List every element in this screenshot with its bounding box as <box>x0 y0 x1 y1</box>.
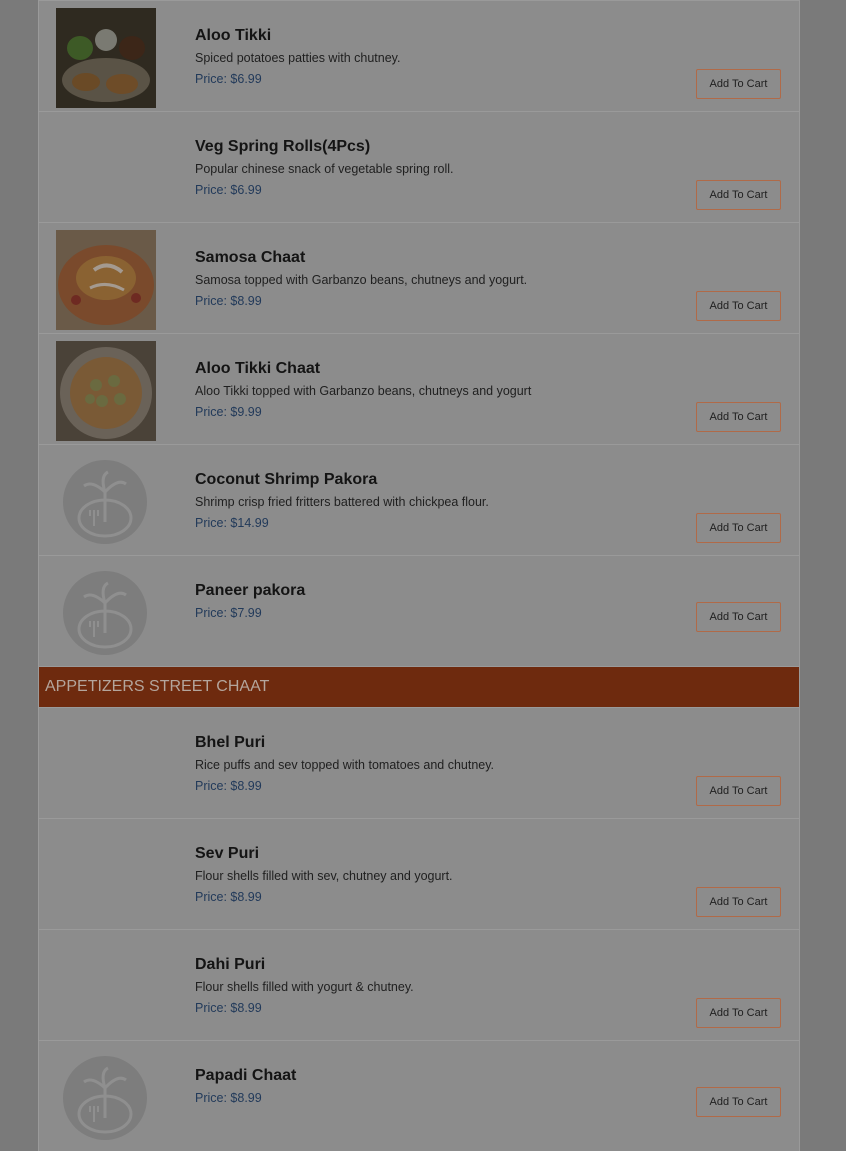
menu-item-price: Price: $9.99 <box>195 405 262 419</box>
menu-item: Bhel Puri Rice puffs and sev topped with… <box>39 707 799 818</box>
menu-item-description: Flour shells filled with sev, chutney an… <box>195 869 453 883</box>
category-header: APPETIZERS STREET CHAAT <box>39 666 799 707</box>
menu-item-price: Price: $6.99 <box>195 183 262 197</box>
menu-item-name: Samosa Chaat <box>195 249 306 266</box>
placeholder-logo-icon <box>56 1048 156 1148</box>
menu-item-name: Bhel Puri <box>195 734 266 751</box>
menu-item-description: Spiced potatoes patties with chutney. <box>195 51 401 65</box>
menu-item-photo <box>56 341 156 441</box>
menu-item: Papadi Chaat Price: $8.99 Add To Cart <box>39 1040 799 1151</box>
menu-item-name: Veg Spring Rolls(4Pcs) <box>195 138 371 155</box>
menu-item-description: Rice puffs and sev topped with tomatoes … <box>195 758 495 772</box>
add-to-cart-button[interactable]: Add To Cart <box>696 402 781 432</box>
add-to-cart-button[interactable]: Add To Cart <box>696 998 781 1028</box>
add-to-cart-button[interactable]: Add To Cart <box>696 1087 781 1117</box>
add-to-cart-button[interactable]: Add To Cart <box>696 602 781 632</box>
menu-item-description: Samosa topped with Garbanzo beans, chutn… <box>195 273 528 287</box>
menu-item-description: Shrimp crisp fried fritters battered wit… <box>195 495 489 509</box>
menu-item-price: Price: $8.99 <box>195 779 262 793</box>
menu-item: Dahi Puri Flour shells filled with yogur… <box>39 929 799 1040</box>
menu-item-price: Price: $8.99 <box>195 294 262 308</box>
menu-item-description: Flour shells filled with yogurt & chutne… <box>195 980 414 994</box>
menu-item-name: Paneer pakora <box>195 582 306 599</box>
add-to-cart-button[interactable]: Add To Cart <box>696 69 781 99</box>
add-to-cart-button[interactable]: Add To Cart <box>696 291 781 321</box>
menu-item: Sev Puri Flour shells filled with sev, c… <box>39 818 799 929</box>
add-to-cart-button[interactable]: Add To Cart <box>696 180 781 210</box>
menu-item: Aloo Tikki Chaat Aloo Tikki topped with … <box>39 333 799 444</box>
menu-item-price: Price: $8.99 <box>195 1001 262 1015</box>
menu-item-description: Popular chinese snack of vegetable sprin… <box>195 162 454 176</box>
menu-item: Aloo Tikki Spiced potatoes patties with … <box>39 0 799 111</box>
menu-item: Paneer pakora Price: $7.99 Add To Cart <box>39 555 799 666</box>
menu-item-name: Papadi Chaat <box>195 1067 297 1084</box>
menu-item: Coconut Shrimp Pakora Shrimp crisp fried… <box>39 444 799 555</box>
menu-item-photo <box>56 8 156 108</box>
menu-item-price: Price: $8.99 <box>195 890 262 904</box>
menu-item-name: Sev Puri <box>195 845 260 862</box>
menu-item-name: Dahi Puri <box>195 956 266 973</box>
menu-item-price: Price: $14.99 <box>195 516 269 530</box>
menu-item-description: Aloo Tikki topped with Garbanzo beans, c… <box>195 384 532 398</box>
menu-item-photo <box>56 230 156 330</box>
menu-item-name: Aloo Tikki <box>195 27 272 44</box>
placeholder-logo-icon <box>56 452 156 552</box>
menu-item-price: Price: $7.99 <box>195 606 262 620</box>
menu-list: Aloo Tikki Spiced potatoes patties with … <box>38 0 800 1151</box>
menu-item-price: Price: $6.99 <box>195 72 262 86</box>
menu-item-price: Price: $8.99 <box>195 1091 262 1105</box>
menu-item: Veg Spring Rolls(4Pcs) Popular chinese s… <box>39 111 799 222</box>
add-to-cart-button[interactable]: Add To Cart <box>696 776 781 806</box>
menu-item-name: Coconut Shrimp Pakora <box>195 471 378 488</box>
menu-item-name: Aloo Tikki Chaat <box>195 360 321 377</box>
menu-item: Samosa Chaat Samosa topped with Garbanzo… <box>39 222 799 333</box>
add-to-cart-button[interactable]: Add To Cart <box>696 887 781 917</box>
add-to-cart-button[interactable]: Add To Cart <box>696 513 781 543</box>
placeholder-logo-icon <box>56 563 156 663</box>
